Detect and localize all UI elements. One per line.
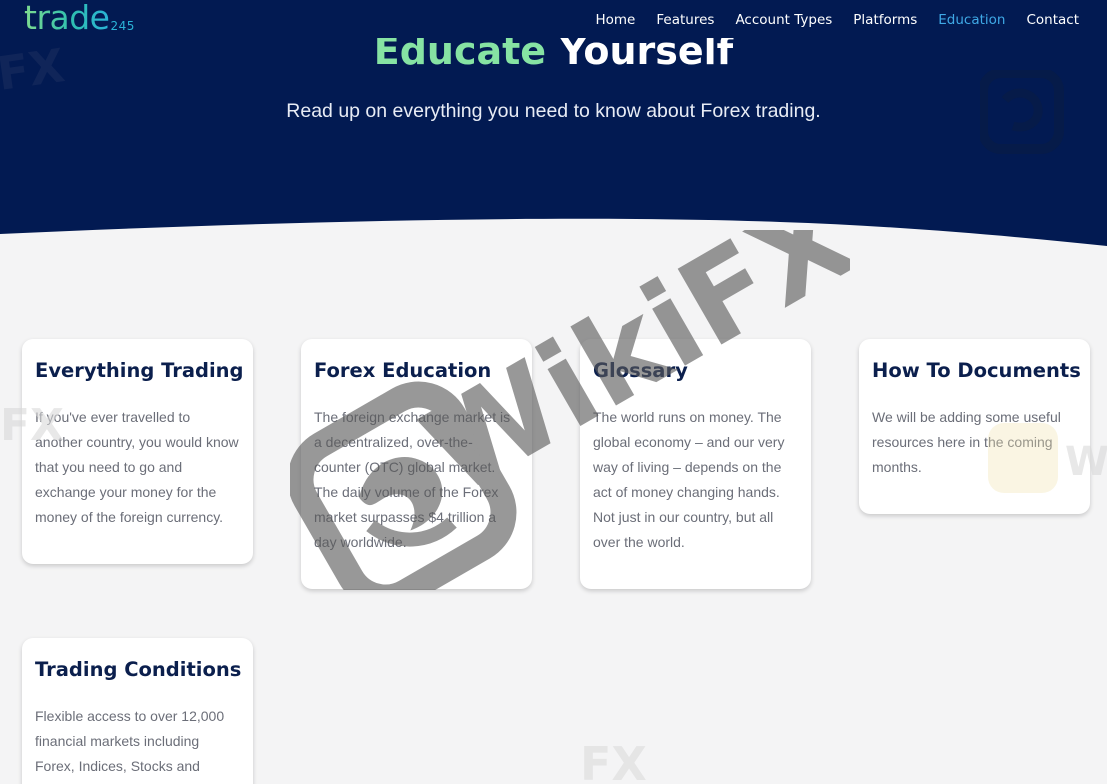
card-body: The foreign exchange market is a decentr…: [314, 409, 511, 550]
nav-contact[interactable]: Contact: [1026, 10, 1079, 30]
card-body: If you've ever travelled to another coun…: [35, 409, 239, 525]
nav-education[interactable]: Education: [938, 10, 1005, 30]
card-body: We will be adding some useful resources …: [872, 409, 1061, 475]
card-title: Glossary: [593, 359, 688, 382]
card-title: Everything Trading: [35, 359, 244, 382]
nav-features[interactable]: Features: [656, 10, 714, 30]
card-forex-education[interactable]: Forex Education The foreign exchange mar…: [301, 339, 532, 589]
main-nav: Home Features Account Types Platforms Ed…: [596, 10, 1080, 30]
nav-account-types[interactable]: Account Types: [735, 10, 832, 30]
watermark-fragment-bottom: FX: [580, 737, 647, 784]
page-title: Educate Yourself: [0, 29, 1107, 74]
page-title-accent: Educate: [373, 29, 547, 73]
hero-section: trade 245 Home Features Account Types Pl…: [0, 0, 1107, 260]
page-subtitle: Read up on everything you need to know a…: [286, 100, 821, 122]
card-title: How To Documents: [872, 359, 1081, 382]
card-everything-trading[interactable]: Everything Trading If you've ever travel…: [22, 339, 253, 564]
nav-platforms[interactable]: Platforms: [853, 10, 917, 30]
nav-home[interactable]: Home: [596, 10, 636, 30]
svg-text:FX: FX: [580, 737, 647, 784]
logo-number: 245: [110, 19, 135, 33]
card-body: The world runs on money. The global econ…: [593, 409, 785, 550]
card-title: Forex Education: [314, 359, 492, 382]
brand-logo[interactable]: trade 245: [24, 0, 135, 36]
card-glossary[interactable]: Glossary The world runs on money. The gl…: [580, 339, 811, 589]
card-title: Trading Conditions: [35, 658, 242, 681]
card-trading-conditions[interactable]: Trading Conditions Flexible access to ov…: [22, 638, 253, 784]
logo-wordmark: trade: [24, 0, 110, 37]
hero-wave-divider: [0, 218, 1107, 260]
card-body: Flexible access to over 12,000 financial…: [35, 708, 225, 784]
page-title-rest: Yourself: [559, 29, 734, 73]
card-how-to-documents[interactable]: How To Documents We will be adding some …: [859, 339, 1090, 514]
